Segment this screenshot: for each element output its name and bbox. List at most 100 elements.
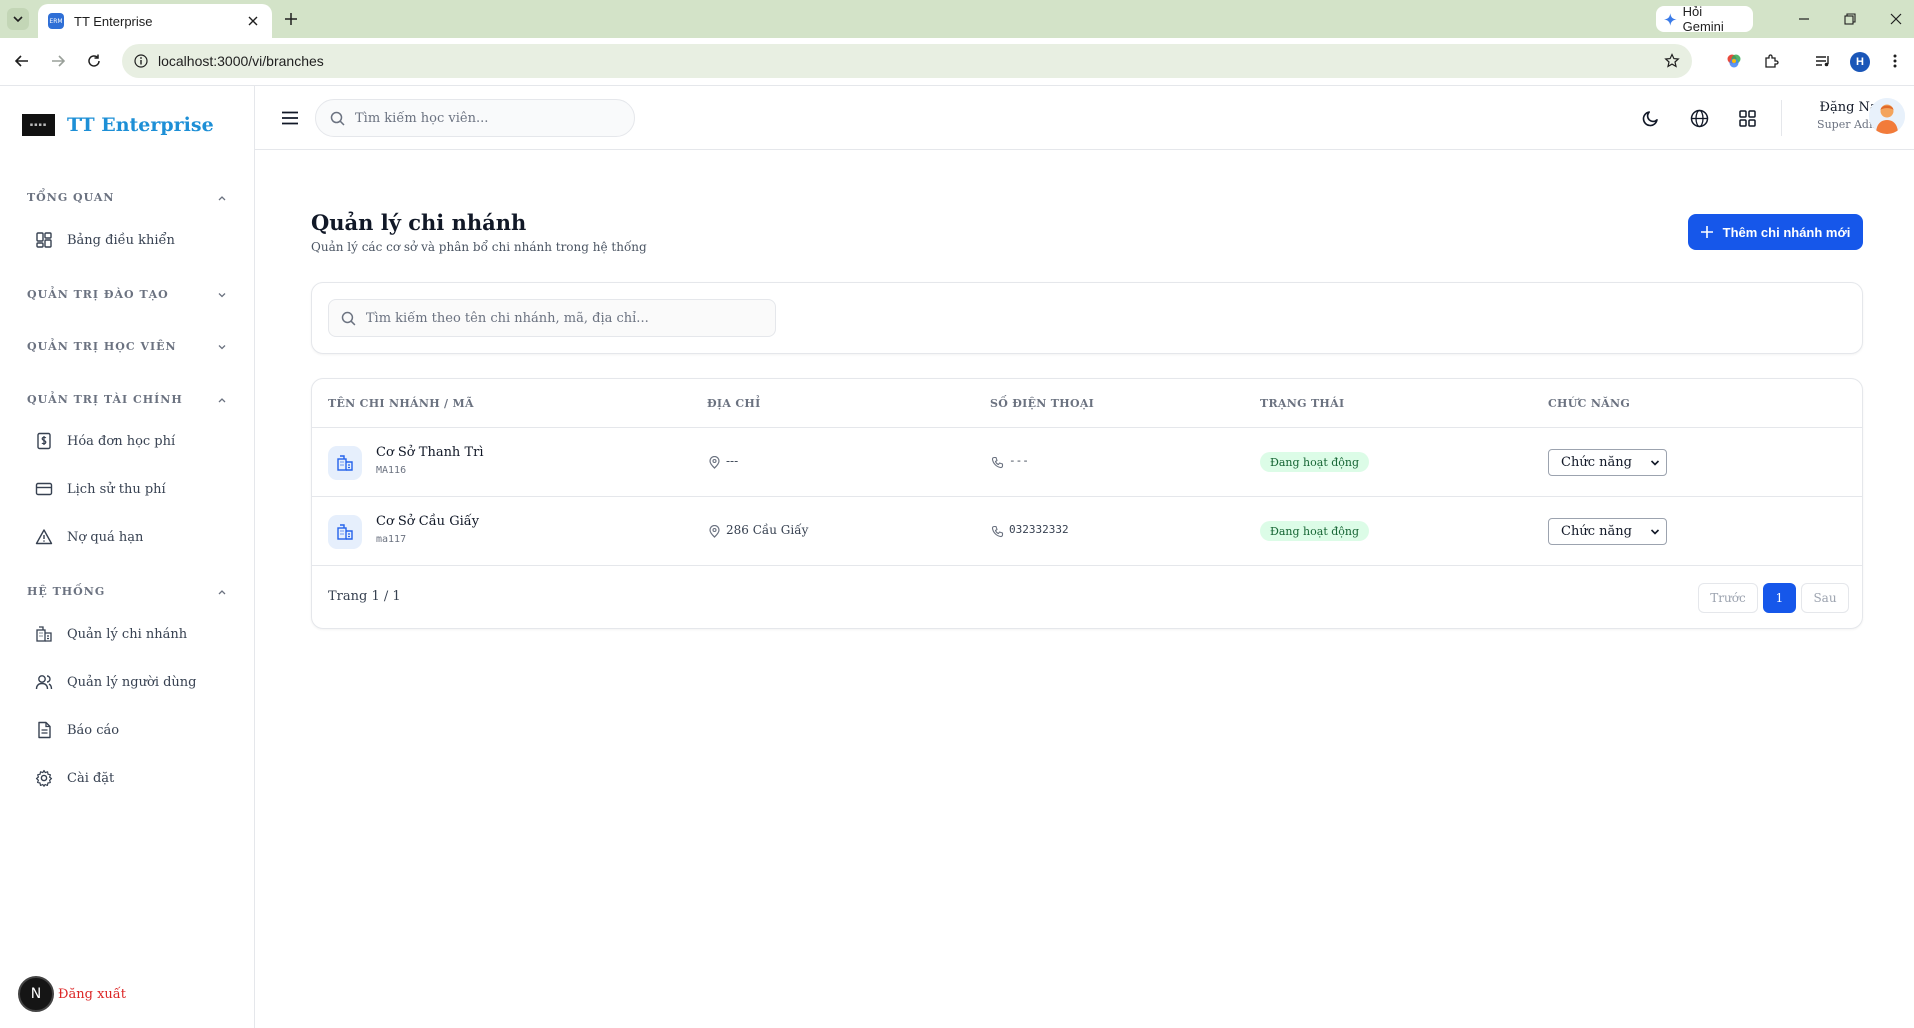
chevron-up-icon <box>218 195 226 200</box>
top-header: Đặng Nam Super Admin <box>255 86 1914 150</box>
branch-building-icon <box>328 446 362 480</box>
info-icon[interactable] <box>134 54 148 68</box>
nav-section-label: QUẢN TRỊ TÀI CHÍNH <box>27 393 183 406</box>
actions-select[interactable]: Chức năng <box>1548 449 1667 476</box>
branch-address: 286 Cầu Giấy <box>726 523 809 537</box>
branch-search-box[interactable] <box>328 299 776 337</box>
browser-tab-active[interactable]: ERM TT Enterprise <box>38 4 272 38</box>
bookmark-star-icon[interactable] <box>1664 53 1680 69</box>
tab-close-button[interactable] <box>244 12 262 30</box>
language-button[interactable] <box>1687 106 1711 130</box>
sidebar-item-reports[interactable]: Báo cáo <box>34 720 234 740</box>
url-text: localhost:3000/vi/branches <box>158 53 324 69</box>
arrow-left-icon <box>15 55 28 67</box>
pagination-page-button[interactable]: 1 <box>1763 583 1796 613</box>
browser-profile-avatar[interactable]: H <box>1850 52 1870 72</box>
pagination-summary: Trang 1 / 1 <box>328 589 401 604</box>
users-icon <box>34 672 54 692</box>
map-pin-icon <box>707 524 721 538</box>
back-button[interactable] <box>11 50 33 72</box>
sidebar-item-branches[interactable]: Quản lý chi nhánh <box>34 624 234 644</box>
brand[interactable]: ▪▪▪▪ TT Enterprise <box>22 114 214 136</box>
more-vertical-icon <box>1893 54 1897 68</box>
extension-colorful-icon[interactable] <box>1723 50 1745 72</box>
branch-search-input[interactable] <box>365 310 763 326</box>
dark-mode-toggle[interactable] <box>1639 106 1663 130</box>
sidebar-item-label: Hóa đơn học phí <box>67 433 176 449</box>
nav-section-label: QUẢN TRỊ HỌC VIÊN <box>27 340 177 353</box>
browser-tab-bar: ERM TT Enterprise Hỏi Gemini <box>0 0 1914 38</box>
nav-section-training[interactable]: QUẢN TRỊ ĐÀO TẠO <box>27 288 227 301</box>
new-tab-button[interactable] <box>281 9 301 29</box>
sidebar-item-invoices[interactable]: Hóa đơn học phí <box>34 431 234 451</box>
sidebar-item-payment-history[interactable]: Lịch sử thu phí <box>34 479 234 499</box>
browser-menu-button[interactable] <box>1884 50 1906 72</box>
gemini-label: Hỏi Gemini <box>1682 4 1724 34</box>
chevron-down-icon <box>218 292 226 297</box>
nav-section-label: TỔNG QUAN <box>27 191 115 204</box>
extensions-puzzle-icon[interactable] <box>1760 50 1782 72</box>
add-branch-button[interactable]: Thêm chi nhánh mới <box>1688 214 1863 250</box>
sidebar-item-label: Cài đặt <box>67 770 115 786</box>
close-window-button[interactable] <box>1885 9 1907 29</box>
document-icon <box>34 720 54 740</box>
sidebar-item-label: Bảng điều khiển <box>67 232 175 248</box>
sidebar-item-users[interactable]: Quản lý người dùng <box>34 672 234 692</box>
dollar-receipt-icon <box>34 431 54 451</box>
reload-button[interactable] <box>83 50 105 72</box>
pagination-prev-button[interactable]: Trước <box>1698 583 1758 613</box>
branch-name: Cơ Sở Thanh Trì <box>376 445 484 460</box>
status-badge: Đang hoạt động <box>1260 521 1370 541</box>
gear-icon <box>34 768 54 788</box>
minimize-window-button[interactable] <box>1793 9 1815 29</box>
apps-grid-button[interactable] <box>1735 106 1759 130</box>
user-avatar[interactable] <box>1869 98 1905 134</box>
branch-address: --- <box>726 454 739 468</box>
column-header-address: ĐỊA CHỈ <box>707 397 761 410</box>
sidebar-item-settings[interactable]: Cài đặt <box>34 768 234 788</box>
gemini-sparkle-icon <box>1664 12 1677 26</box>
dashboard-grid-icon <box>34 230 54 250</box>
avatar-icon <box>1869 98 1905 134</box>
brand-name: TT Enterprise <box>67 114 214 136</box>
address-bar[interactable]: localhost:3000/vi/branches <box>122 44 1692 78</box>
tab-search-button[interactable] <box>7 8 29 30</box>
chevron-down-icon <box>1650 528 1660 535</box>
sidebar-item-label: Báo cáo <box>67 722 120 738</box>
media-playlist-icon[interactable] <box>1812 50 1834 72</box>
branch-building-icon <box>328 515 362 549</box>
student-search-box[interactable] <box>315 99 635 137</box>
logout-avatar: N <box>18 976 54 1012</box>
branch-code: MA116 <box>376 465 407 476</box>
nav-section-label: HỆ THỐNG <box>27 585 106 598</box>
branch-code: ma117 <box>376 534 407 545</box>
branch-search-card <box>311 282 1863 354</box>
branch-name: Cơ Sở Cầu Giấy <box>376 514 480 529</box>
tab-title: TT Enterprise <box>74 13 153 29</box>
nav-section-students[interactable]: QUẢN TRỊ HỌC VIÊN <box>27 340 227 353</box>
add-branch-label: Thêm chi nhánh mới <box>1722 224 1851 240</box>
sidebar-item-dashboard[interactable]: Bảng điều khiển <box>34 230 234 250</box>
actions-select[interactable]: Chức năng <box>1548 518 1667 545</box>
chevron-down-icon <box>218 344 226 349</box>
nav-section-finance[interactable]: QUẢN TRỊ TÀI CHÍNH <box>27 393 227 406</box>
nav-section-system[interactable]: HỆ THỐNG <box>27 585 227 598</box>
sidebar-item-overdue[interactable]: Nợ quá hạn <box>34 527 234 547</box>
table-row: Cơ Sở Cầu Giấy ma117 286 Cầu Giấy 032332… <box>312 497 1862 566</box>
ask-gemini-button[interactable]: Hỏi Gemini <box>1656 4 1753 34</box>
chevron-down-icon <box>1650 459 1660 466</box>
header-divider <box>1781 100 1782 136</box>
restore-window-button[interactable] <box>1839 9 1861 29</box>
menu-toggle-button[interactable] <box>279 107 301 129</box>
plus-icon <box>285 13 297 25</box>
logout-button[interactable]: N Đăng xuất <box>18 976 126 1012</box>
pagination-next-button[interactable]: Sau <box>1801 583 1849 613</box>
sidebar: ▪▪▪▪ TT Enterprise TỔNG QUAN Bảng điều k… <box>0 86 255 1028</box>
browser-toolbar: localhost:3000/vi/branches H <box>0 38 1914 86</box>
forward-button[interactable] <box>47 50 69 72</box>
grid-icon <box>1738 109 1756 127</box>
branch-phone: 032332332 <box>1009 523 1069 536</box>
nav-section-overview[interactable]: TỔNG QUAN <box>27 191 227 204</box>
student-search-input[interactable] <box>355 110 615 126</box>
branch-phone: --- <box>1009 454 1029 467</box>
